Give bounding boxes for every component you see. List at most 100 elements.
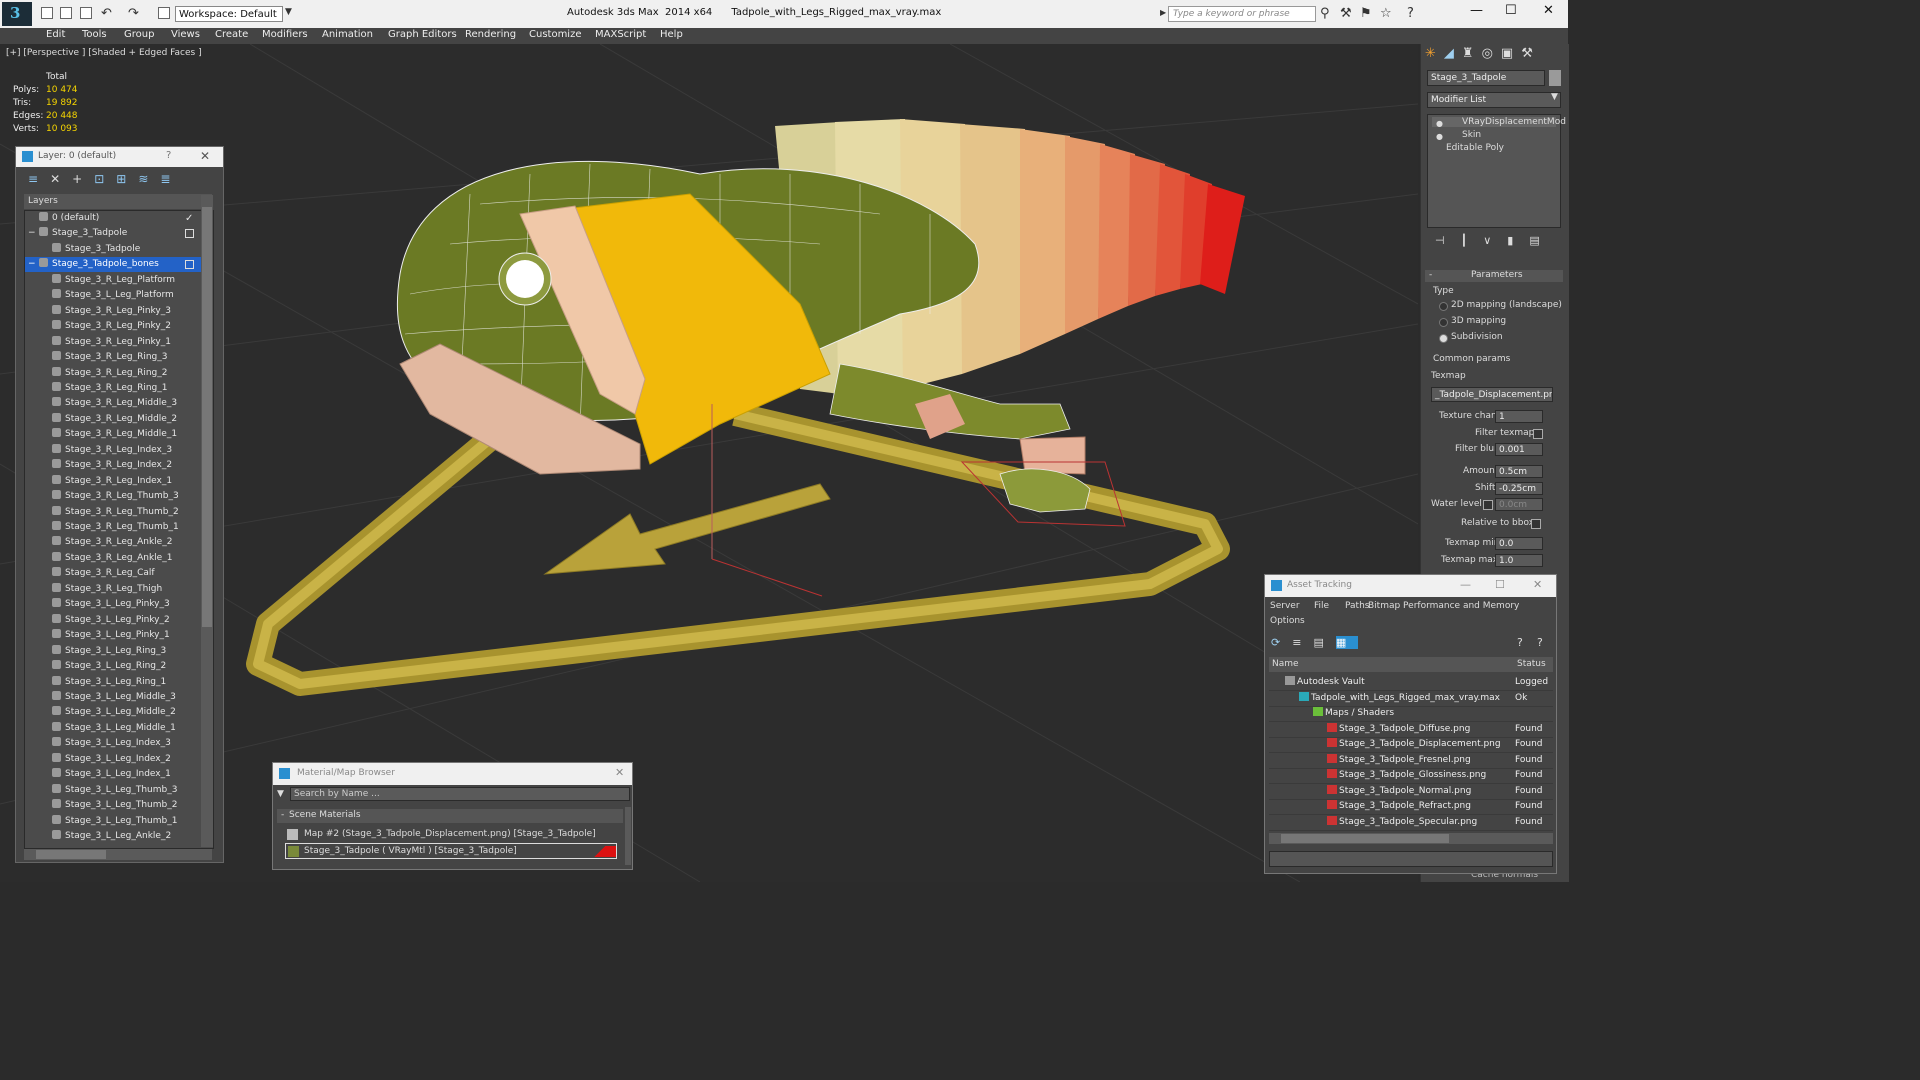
search-input[interactable]: Type a keyword or phrase [1168, 6, 1316, 22]
hierarchy-tab-icon[interactable]: ♜ [1462, 46, 1482, 61]
browser-options-chevron-icon[interactable]: ▼ [277, 789, 284, 799]
texmap-max-spinner[interactable]: 1.0 [1495, 554, 1543, 567]
layer-list-scrollbar[interactable] [201, 195, 213, 847]
layer-row[interactable]: Stage_3_L_Leg_Middle_3 [25, 690, 213, 705]
menu-group[interactable]: Group [124, 29, 154, 40]
save-file-icon[interactable] [80, 7, 92, 19]
layer-row[interactable]: Stage_3_R_Leg_Middle_3 [25, 396, 213, 411]
expand-toggle-icon[interactable]: − [28, 257, 36, 272]
menu-customize[interactable]: Customize [529, 29, 582, 40]
make-unique-icon[interactable]: ∨ [1483, 234, 1507, 247]
workspace-chevron-icon[interactable]: ▼ [285, 7, 292, 17]
select-objects-icon[interactable]: ⊡ [94, 172, 116, 186]
create-layer-icon[interactable]: ≡ [28, 172, 50, 186]
refresh-icon[interactable]: ⟳ [1271, 636, 1292, 649]
asset-tracking-titlebar[interactable]: Asset Tracking — ☐ ✕ [1265, 575, 1556, 597]
scene-materials-group-header[interactable]: - Scene Materials [277, 809, 623, 823]
parameters-rollout-header[interactable]: - Parameters [1425, 270, 1563, 282]
menu-help[interactable]: Help [660, 29, 683, 40]
help-icon[interactable]: ? [1407, 6, 1414, 21]
hide-all-icon[interactable]: ≋ [138, 172, 160, 186]
configure-sets-icon[interactable]: ▤ [1529, 234, 1555, 247]
amount-spinner[interactable]: 0.5cm [1495, 465, 1543, 478]
asset-path-field[interactable] [1269, 851, 1553, 867]
project-folder-icon[interactable] [158, 7, 170, 19]
new-file-icon[interactable] [41, 7, 53, 19]
highlight-layer-icon[interactable]: ⊞ [116, 172, 138, 186]
layer-row[interactable]: Stage_3_R_Leg_Thumb_3 [25, 489, 213, 504]
layer-row[interactable]: Stage_3_R_Leg_Ring_1 [25, 381, 213, 396]
layer-row[interactable]: − Stage_3_Tadpole [25, 226, 213, 241]
layer-row[interactable]: Stage_3_R_Leg_Index_1 [25, 474, 213, 489]
workspace-dropdown[interactable]: Workspace: Default [175, 6, 283, 22]
layer-row[interactable]: Stage_3_R_Leg_Thumb_2 [25, 505, 213, 520]
table-view-icon[interactable]: ▦ [1335, 636, 1359, 649]
layer-row[interactable]: Stage_3_R_Leg_Pinky_2 [25, 319, 213, 334]
lightbulb-icon[interactable]: ● [1436, 132, 1443, 141]
material-item-vraymtl[interactable]: Stage_3_Tadpole ( VRayMtl ) [Stage_3_Tad… [285, 843, 617, 859]
material-item-map2[interactable]: Map #2 (Stage_3_Tadpole_Displacement.png… [285, 827, 617, 842]
layer-row[interactable]: Stage_3_R_Leg_Pinky_1 [25, 335, 213, 350]
menu-modifiers[interactable]: Modifiers [262, 29, 308, 40]
layer-row[interactable]: − Stage_3_Tadpole_bones [25, 257, 213, 273]
layer-row[interactable]: Stage_3_L_Leg_Ring_1 [25, 675, 213, 690]
asset-row[interactable]: Stage_3_Tadpole_Displacement.png Found [1269, 737, 1553, 753]
layer-scroll-thumb[interactable] [202, 207, 212, 627]
favorites-star-icon[interactable]: ☆ [1380, 6, 1392, 21]
stack-item-vray-displacement[interactable]: VRayDisplacementMod [1432, 117, 1566, 127]
asset-maximize-icon[interactable]: ☐ [1495, 578, 1505, 591]
asset-row[interactable]: Stage_3_Tadpole_Glossiness.png Found [1269, 768, 1553, 784]
radio-3d-mapping[interactable] [1439, 318, 1448, 327]
layer-row[interactable]: Stage_3_L_Leg_Index_3 [25, 736, 213, 751]
app-logo[interactable]: 3 [2, 2, 32, 26]
asset-row[interactable]: Stage_3_Tadpole_Refract.png Found [1269, 799, 1553, 815]
asset-col-status[interactable]: Status [1517, 659, 1546, 669]
undo-icon[interactable]: ↶ [101, 6, 112, 21]
layer-row[interactable]: Stage_3_L_Leg_Platform [25, 288, 213, 303]
material-browser-close-icon[interactable]: ✕ [615, 766, 624, 779]
asset-info-icon[interactable]: ? [1537, 636, 1543, 649]
show-end-result-icon[interactable]: ┃ [1461, 234, 1484, 247]
layer-row[interactable]: Stage_3_R_Leg_Thumb_1 [25, 520, 213, 535]
menu-tools[interactable]: Tools [82, 29, 107, 40]
layer-row[interactable]: Stage_3_R_Leg_Ankle_1 [25, 551, 213, 566]
layer-row[interactable]: Stage_3_L_Leg_Ring_3 [25, 644, 213, 659]
modifier-list-dropdown[interactable]: Modifier List [1427, 92, 1561, 108]
layer-visibility-box[interactable] [185, 260, 194, 270]
layer-row[interactable]: Stage_3_L_Leg_Ankle_2 [25, 829, 213, 844]
material-browser-scrollbar[interactable] [625, 807, 631, 865]
asset-help-icon[interactable]: ? [1517, 636, 1523, 649]
maximize-icon[interactable]: ☐ [1505, 3, 1517, 18]
remove-modifier-icon[interactable]: ▮ [1507, 234, 1529, 247]
texture-chan-spinner[interactable]: 1 [1495, 410, 1543, 423]
asset-menu-paths[interactable]: Paths [1345, 601, 1369, 611]
layer-row[interactable]: Stage_3_R_Leg_Ankle_2 [25, 535, 213, 550]
layer-row[interactable]: Stage_3_R_Leg_Platform [25, 273, 213, 288]
layer-row[interactable]: Stage_3_L_Leg_Pinky_3 [25, 597, 213, 612]
viewport-label[interactable]: [+] [Perspective ] [Shaded + Edged Faces… [6, 48, 202, 58]
asset-menu-file[interactable]: File [1314, 601, 1329, 611]
layer-row[interactable]: Stage_3_L_Leg_Thumb_2 [25, 798, 213, 813]
binoculars-icon[interactable]: ⚲ [1320, 6, 1330, 21]
layer-row[interactable]: Stage_3_R_Leg_Pinky_3 [25, 304, 213, 319]
texmap-min-spinner[interactable]: 0.0 [1495, 537, 1543, 550]
menu-maxscript[interactable]: MAXScript [595, 29, 646, 40]
object-color-swatch[interactable] [1549, 70, 1561, 86]
menu-rendering[interactable]: Rendering [465, 29, 516, 40]
layer-row[interactable]: Stage_3_Tadpole [25, 242, 213, 257]
subscription-icon[interactable]: ⚒ [1340, 6, 1352, 21]
filter-blur-spinner[interactable]: 0.001 [1495, 443, 1543, 456]
asset-menu-options[interactable]: Options [1270, 616, 1305, 626]
layer-row[interactable]: Stage_3_R_Leg_Middle_1 [25, 427, 213, 442]
modify-tab-icon[interactable]: ◢ [1444, 46, 1462, 61]
material-search-input[interactable]: Search by Name ... [290, 787, 630, 801]
radio-subdivision[interactable] [1439, 334, 1448, 343]
layer-row[interactable]: Stage_3_R_Leg_Thigh [25, 582, 213, 597]
add-to-layer-icon[interactable]: + [72, 172, 94, 186]
menu-views[interactable]: Views [171, 29, 200, 40]
asset-row[interactable]: Stage_3_Tadpole_Fresnel.png Found [1269, 753, 1553, 769]
delete-layer-icon[interactable]: ✕ [50, 172, 72, 186]
open-file-icon[interactable] [60, 7, 72, 19]
layer-row[interactable]: Stage_3_R_Leg_Ring_2 [25, 366, 213, 381]
relative-bbox-checkbox[interactable] [1531, 519, 1541, 529]
